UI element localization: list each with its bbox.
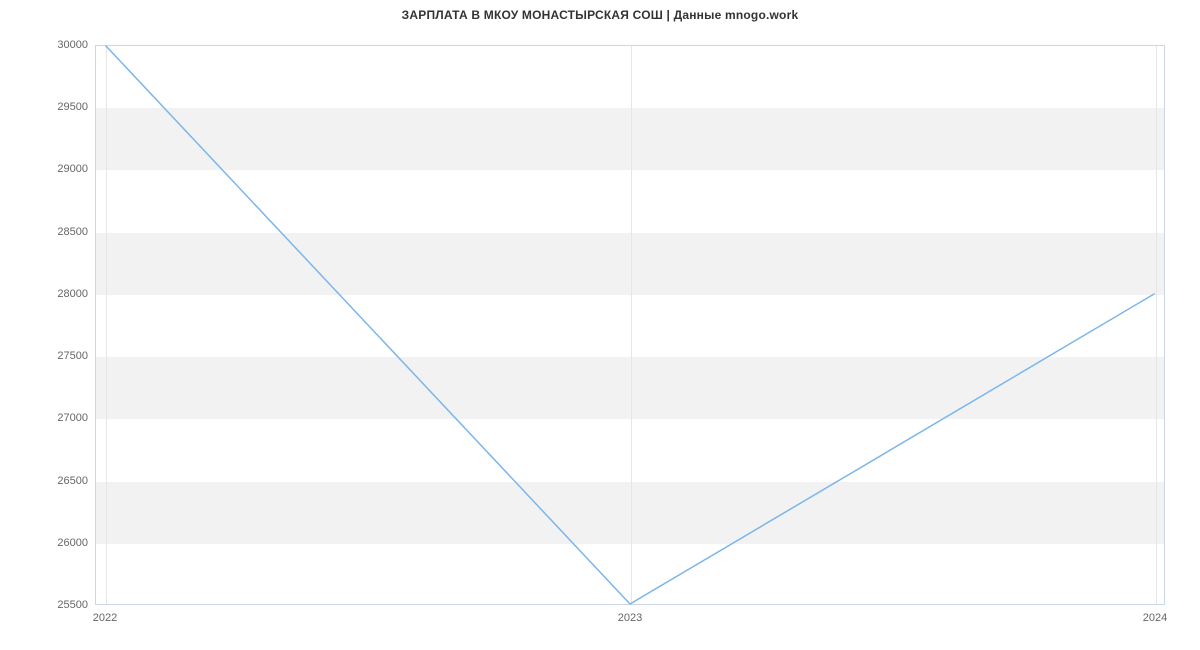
plot-area xyxy=(95,45,1165,605)
x-tick-label: 2022 xyxy=(93,612,117,624)
chart-container: ЗАРПЛАТА В МКОУ МОНАСТЫРСКАЯ СОШ | Данны… xyxy=(0,0,1200,650)
y-tick-label: 29000 xyxy=(38,163,88,175)
y-tick-label: 30000 xyxy=(38,39,88,51)
y-tick-label: 27500 xyxy=(38,350,88,362)
y-tick-label: 29500 xyxy=(38,101,88,113)
y-tick-label: 27000 xyxy=(38,412,88,424)
x-tick-label: 2024 xyxy=(1143,612,1167,624)
y-tick-label: 26500 xyxy=(38,475,88,487)
y-tick-label: 26000 xyxy=(38,537,88,549)
series-layer xyxy=(96,46,1164,604)
y-tick-label: 28000 xyxy=(38,288,88,300)
y-tick-label: 28500 xyxy=(38,226,88,238)
series-line-salary xyxy=(106,46,1154,604)
y-tick-label: 25500 xyxy=(38,599,88,611)
x-tick-label: 2023 xyxy=(618,612,642,624)
chart-title: ЗАРПЛАТА В МКОУ МОНАСТЫРСКАЯ СОШ | Данны… xyxy=(0,8,1200,22)
